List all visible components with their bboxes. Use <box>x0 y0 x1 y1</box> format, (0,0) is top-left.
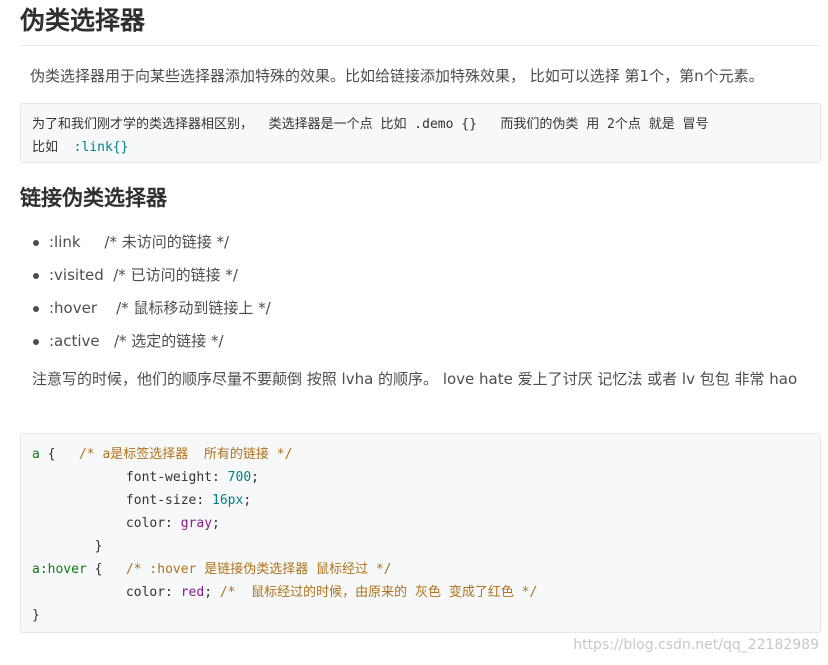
note-line-2-code: :link{} <box>73 140 129 155</box>
watermark: https://blog.csdn.net/qq_22182989 <box>573 637 819 653</box>
code-value: gray <box>180 516 213 531</box>
code-comment: /* :hover 是链接伪类选择器 鼠标经过 */ <box>125 562 392 577</box>
bullet-icon <box>33 339 39 345</box>
code-separator: ; <box>204 585 220 600</box>
list-item-text: :active /* 选定的链接 */ <box>49 332 224 350</box>
section-heading-links: 链接伪类选择器 <box>20 186 167 210</box>
bullet-icon <box>33 240 39 246</box>
code-value: red <box>180 585 205 600</box>
list-item-text: :link /* 未访问的链接 */ <box>49 233 230 251</box>
code-semicolon: ; <box>212 516 220 531</box>
code-brace: { <box>39 447 79 462</box>
note-line-1: 为了和我们刚才学的类选择器相区别， 类选择器是一个点 比如 .demo {} 而… <box>32 117 709 132</box>
code-semicolon: ; <box>243 493 252 508</box>
code-closing-brace: } <box>32 608 40 623</box>
code-closing-brace: } <box>32 539 103 554</box>
bullet-icon <box>33 273 39 279</box>
code-property: font-size: <box>32 493 213 508</box>
code-value: 700 <box>227 470 252 485</box>
page-title: 伪类选择器 <box>20 4 820 46</box>
list-item: :hover /* 鼠标移动到链接上 */ <box>30 294 271 327</box>
code-property: color: <box>32 516 181 531</box>
code-property: color: <box>32 585 181 600</box>
code-comment: /* 鼠标经过的时候，由原来的 灰色 变成了红色 */ <box>219 585 538 600</box>
note-line-2-prefix: 比如 <box>32 140 74 155</box>
note-code-block: 为了和我们刚才学的类选择器相区别， 类选择器是一个点 比如 .demo {} 而… <box>20 103 821 163</box>
css-code-block: a { /* a是标签选择器 所有的链接 */ font-weight: 700… <box>20 433 821 633</box>
link-pseudo-list: :link /* 未访问的链接 */ :visited /* 已访问的链接 */… <box>30 228 271 360</box>
code-value: 16px <box>212 493 244 508</box>
list-item-text: :visited /* 已访问的链接 */ <box>49 266 238 284</box>
list-item: :link /* 未访问的链接 */ <box>30 228 271 261</box>
code-property: font-weight: <box>32 470 228 485</box>
intro-paragraph: 伪类选择器用于向某些选择器添加特殊的效果。比如给链接添加特殊效果， 比如可以选择… <box>30 67 764 85</box>
list-item: :visited /* 已访问的链接 */ <box>30 261 271 294</box>
bullet-icon <box>33 306 39 312</box>
code-selector-hover: a:hover <box>32 562 87 577</box>
list-item-text: :hover /* 鼠标移动到链接上 */ <box>49 299 271 317</box>
order-note-paragraph: 注意写的时候，他们的顺序尽量不要颠倒 按照 lvha 的顺序。 love hat… <box>32 370 798 388</box>
list-item: :active /* 选定的链接 */ <box>30 327 271 360</box>
code-semicolon: ; <box>251 470 259 485</box>
code-comment: /* a是标签选择器 所有的链接 */ <box>78 447 293 462</box>
code-selector-a: a <box>32 447 40 462</box>
code-brace: { <box>86 562 126 577</box>
